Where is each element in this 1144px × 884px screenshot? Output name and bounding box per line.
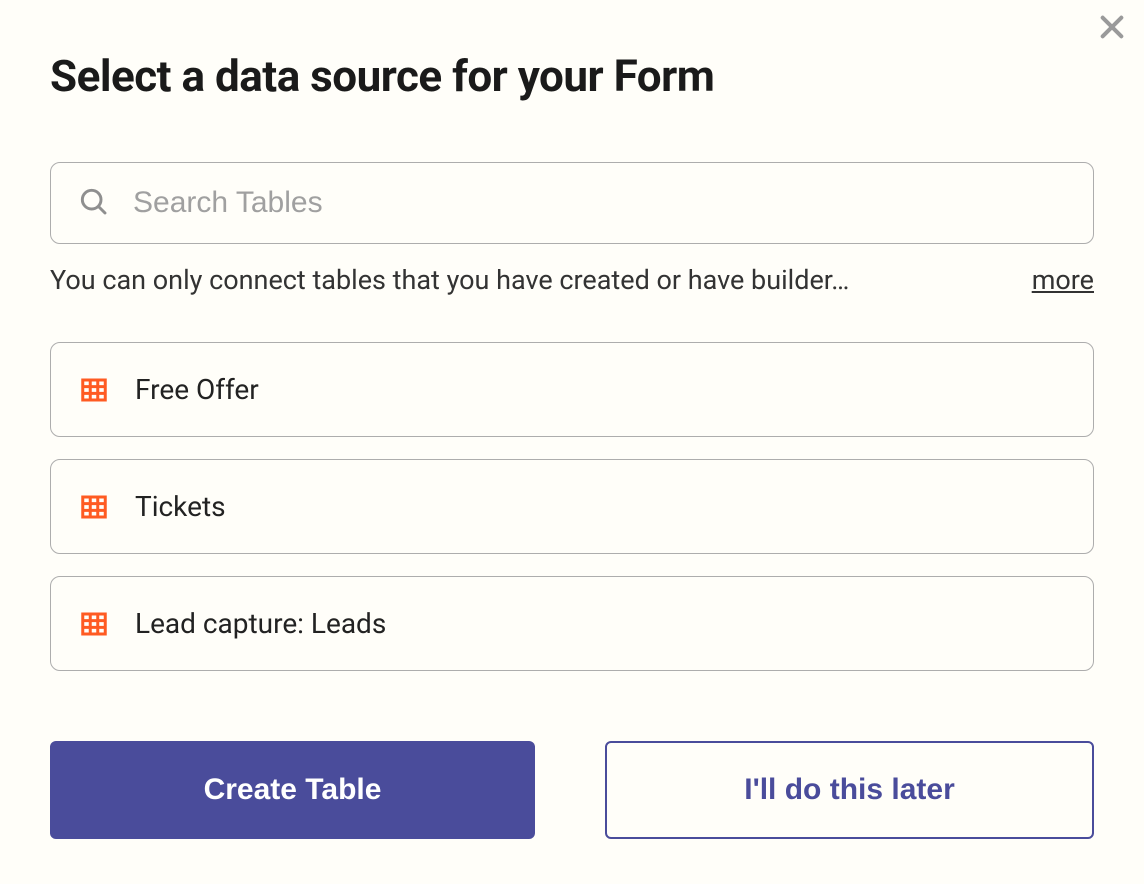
close-button[interactable]	[1092, 8, 1132, 48]
table-option[interactable]: Lead capture: Leads	[50, 576, 1094, 671]
search-input-wrapper[interactable]	[50, 162, 1094, 244]
table-option-label: Free Offer	[135, 373, 259, 406]
table-option[interactable]: Tickets	[50, 459, 1094, 554]
more-link[interactable]: more	[1032, 264, 1094, 296]
do-later-button[interactable]: I'll do this later	[605, 741, 1094, 839]
hint-text: You can only connect tables that you hav…	[50, 264, 1008, 296]
table-icon	[79, 492, 109, 522]
table-option-label: Lead capture: Leads	[135, 607, 386, 640]
table-option[interactable]: Free Offer	[50, 342, 1094, 437]
close-icon	[1096, 11, 1128, 46]
table-icon	[79, 375, 109, 405]
search-icon	[77, 185, 109, 221]
create-table-button[interactable]: Create Table	[50, 741, 535, 839]
tables-list: Free Offer Tickets	[50, 342, 1094, 671]
table-icon	[79, 609, 109, 639]
modal-title: Select a data source for your Form	[50, 50, 1094, 102]
search-input[interactable]	[131, 185, 1067, 221]
table-option-label: Tickets	[135, 490, 226, 523]
